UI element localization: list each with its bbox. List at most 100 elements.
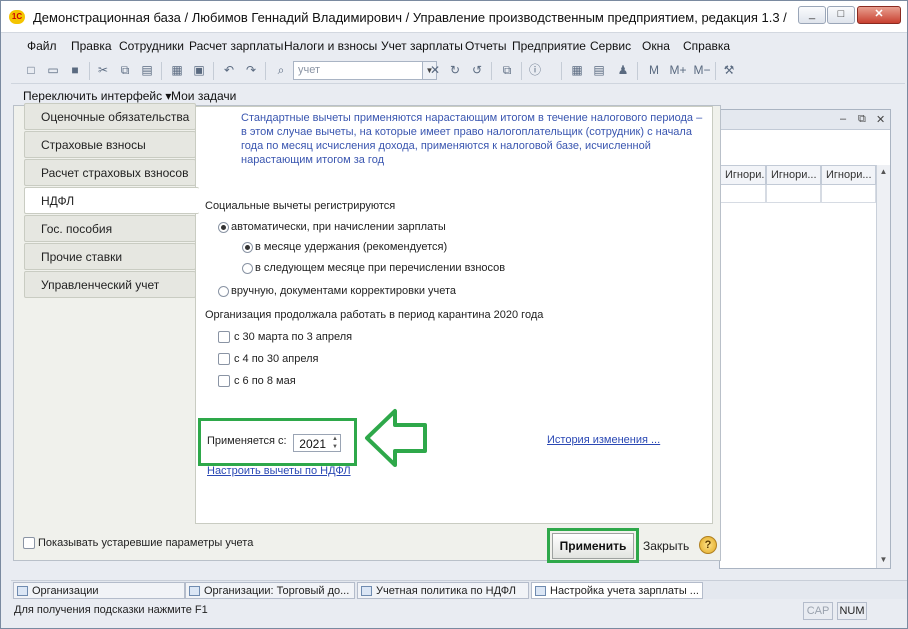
search-input[interactable]: учет bbox=[293, 61, 423, 80]
radio-next-month-label[interactable]: в следующем месяце при перечислении взно… bbox=[255, 262, 505, 274]
menu-reports[interactable]: Отчеты bbox=[465, 39, 506, 53]
tab-management-accounting[interactable]: Управленческий учет bbox=[24, 271, 196, 298]
grid-cell[interactable] bbox=[821, 185, 876, 203]
menu-payroll[interactable]: Расчет зарплаты bbox=[189, 39, 283, 53]
menu-file[interactable]: Файл bbox=[27, 39, 57, 53]
checkbox-period-3-label[interactable]: с 6 по 8 мая bbox=[234, 375, 296, 387]
search-next-icon[interactable]: ↻ bbox=[447, 62, 463, 78]
minimize-button[interactable]: _ bbox=[798, 6, 826, 24]
print-preview-icon[interactable]: ▣ bbox=[191, 62, 207, 78]
redo-icon[interactable]: ↷ bbox=[243, 62, 259, 78]
memory-plus-button[interactable]: M+ bbox=[667, 62, 689, 78]
menu-employees[interactable]: Сотрудники bbox=[119, 39, 184, 53]
configure-deductions-link[interactable]: Настроить вычеты по НДФЛ bbox=[207, 465, 351, 477]
checkbox-period-1-label[interactable]: с 30 марта по 3 апреля bbox=[234, 331, 352, 343]
grid-column-header[interactable]: Игнори... bbox=[720, 165, 766, 185]
taskbar-item[interactable]: Организации: Торговый до... bbox=[185, 582, 355, 599]
show-obsolete-label[interactable]: Показывать устаревшие параметры учета bbox=[38, 537, 253, 549]
maximize-button[interactable]: □ bbox=[827, 6, 855, 24]
menu-enterprise[interactable]: Предприятие bbox=[512, 39, 586, 53]
radio-next-month[interactable] bbox=[242, 263, 253, 274]
memory-minus-button[interactable]: M− bbox=[691, 62, 713, 78]
cut-icon[interactable]: ✂ bbox=[95, 62, 111, 78]
grid-cell[interactable] bbox=[720, 185, 766, 203]
window-icon bbox=[361, 586, 372, 596]
save-icon[interactable]: ■ bbox=[67, 62, 83, 78]
settings-wrench-icon[interactable]: ⚒ bbox=[721, 62, 737, 78]
radio-auto-label[interactable]: автоматически, при начислении зарплаты bbox=[231, 221, 446, 233]
tab-insurance-contributions[interactable]: Страховые взносы bbox=[24, 131, 196, 158]
menu-service[interactable]: Сервис bbox=[590, 39, 631, 53]
standard-deductions-info: Стандартные вычеты применяются нарастающ… bbox=[241, 112, 703, 166]
paste-icon[interactable]: ▤ bbox=[139, 62, 155, 78]
status-bar: Для получения подсказки нажмите F1 CAP N… bbox=[11, 601, 907, 621]
taskbar-item[interactable]: Организации bbox=[13, 582, 185, 599]
my-tasks-button[interactable]: Мои задачи bbox=[171, 89, 236, 103]
menu-payroll-accounting[interactable]: Учет зарплаты bbox=[381, 39, 463, 53]
history-link[interactable]: История изменения ... bbox=[547, 434, 660, 446]
apply-button[interactable]: Применить bbox=[552, 533, 634, 559]
calculator-icon[interactable]: ▦ bbox=[569, 62, 585, 78]
radio-auto[interactable] bbox=[218, 222, 229, 233]
social-deductions-title: Социальные вычеты регистрируются bbox=[205, 200, 396, 212]
close-button[interactable]: Закрыть bbox=[643, 539, 689, 553]
radio-month-hold[interactable] bbox=[242, 242, 253, 253]
close-window-button[interactable]: ✕ bbox=[857, 6, 901, 24]
calendar-icon[interactable]: ▤ bbox=[591, 62, 607, 78]
switch-interface-button[interactable]: Переключить интерфейс ▾ bbox=[23, 89, 171, 103]
applies-from-label: Применяется с: bbox=[207, 435, 287, 447]
help-icon[interactable]: ? bbox=[699, 536, 717, 554]
grid-cell[interactable] bbox=[766, 185, 821, 203]
tab-insurance-calculation[interactable]: Расчет страховых взносов bbox=[24, 159, 196, 186]
scroll-down-icon[interactable]: ▼ bbox=[877, 553, 890, 567]
undo-icon[interactable]: ↶ bbox=[221, 62, 237, 78]
window-icon bbox=[17, 586, 28, 596]
taskbar-item-active[interactable]: Настройка учета зарплаты ... bbox=[531, 582, 703, 599]
radio-month-hold-label[interactable]: в месяце удержания (рекомендуется) bbox=[255, 241, 447, 253]
radio-manual-label[interactable]: вручную, документами корректировки учета bbox=[231, 285, 456, 297]
copy-icon[interactable]: ⧉ bbox=[117, 62, 133, 78]
status-hint: Для получения подсказки нажмите F1 bbox=[14, 604, 208, 616]
tab-other-rates[interactable]: Прочие ставки bbox=[24, 243, 196, 270]
checkbox-period-3[interactable] bbox=[218, 375, 230, 387]
radio-manual[interactable] bbox=[218, 286, 229, 297]
search-icon: ⌕ bbox=[277, 63, 285, 77]
users-icon[interactable]: ♟ bbox=[615, 62, 631, 78]
scroll-up-icon[interactable]: ▲ bbox=[877, 165, 890, 179]
checkbox-period-2-label[interactable]: с 4 по 30 апреля bbox=[234, 353, 318, 365]
bg-restore-icon[interactable]: ⧉ bbox=[858, 113, 866, 126]
menu-help[interactable]: Справка bbox=[683, 39, 730, 53]
1c-logo-icon: 1С bbox=[9, 10, 25, 24]
windows-icon[interactable]: ⧉ bbox=[499, 62, 515, 78]
menu-windows[interactable]: Окна bbox=[642, 39, 670, 53]
menu-taxes[interactable]: Налоги и взносы bbox=[284, 39, 377, 53]
window-taskbar: Организации Организации: Торговый до... … bbox=[11, 580, 907, 599]
taskbar-item-label: Организации: Торговый до... bbox=[204, 585, 350, 597]
bg-minimize-icon[interactable]: – bbox=[840, 113, 846, 125]
caps-lock-indicator: CAP bbox=[803, 602, 833, 620]
payroll-settings-dialog: Оценочные обязательства Страховые взносы… bbox=[13, 103, 721, 563]
tab-estimated-liabilities[interactable]: Оценочные обязательства bbox=[24, 103, 196, 130]
checkbox-period-1[interactable] bbox=[218, 331, 230, 343]
grid-column-header[interactable]: Игнори... bbox=[766, 165, 821, 185]
memory-button[interactable]: M bbox=[645, 62, 663, 78]
vertical-scrollbar[interactable]: ▲ ▼ bbox=[876, 165, 890, 568]
open-folder-icon[interactable]: ▭ bbox=[45, 62, 61, 78]
info-icon[interactable]: ⓘ bbox=[527, 62, 543, 78]
grid-column-header[interactable]: Игнори... bbox=[821, 165, 876, 185]
pointer-arrow-icon bbox=[365, 409, 427, 467]
year-spinner-icon[interactable]: ▲ ▼ bbox=[330, 435, 340, 451]
checkbox-period-2[interactable] bbox=[218, 353, 230, 365]
tab-ndfl[interactable]: НДФЛ bbox=[24, 187, 199, 214]
window-icon bbox=[189, 586, 200, 596]
clear-search-icon[interactable]: ✕ bbox=[427, 62, 443, 78]
search-prev-icon[interactable]: ↺ bbox=[469, 62, 485, 78]
taskbar-item[interactable]: Учетная политика по НДФЛ bbox=[357, 582, 529, 599]
menu-edit[interactable]: Правка bbox=[71, 39, 112, 53]
window-title: Демонстрационная база / Любимов Геннадий… bbox=[33, 10, 787, 25]
new-document-icon[interactable]: □ bbox=[23, 62, 39, 78]
show-obsolete-checkbox[interactable] bbox=[23, 537, 35, 549]
bg-close-icon[interactable]: ✕ bbox=[876, 113, 885, 126]
print-icon[interactable]: ▦ bbox=[169, 62, 185, 78]
tab-state-benefits[interactable]: Гос. пособия bbox=[24, 215, 196, 242]
